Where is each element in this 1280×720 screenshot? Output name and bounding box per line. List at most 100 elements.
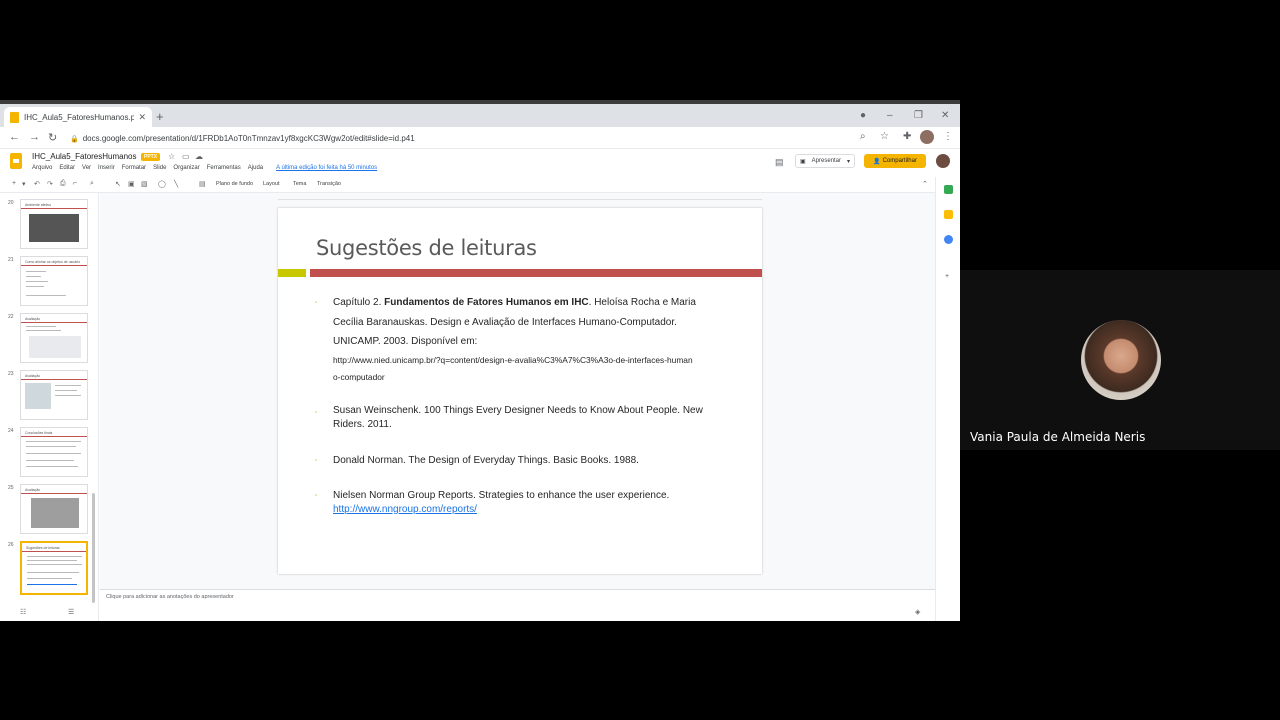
minimize-icon[interactable]: – xyxy=(887,110,893,121)
thumbnail-line xyxy=(26,295,66,296)
print-icon[interactable]: ⎙ xyxy=(60,180,66,188)
shape-icon[interactable]: ◯ xyxy=(158,180,166,188)
new-tab-icon[interactable]: + xyxy=(156,109,164,124)
present-label: Apresentar xyxy=(811,158,842,164)
thumbnail-line xyxy=(27,578,72,579)
thumbnail-line xyxy=(27,584,77,585)
document-title[interactable]: IHC_Aula5_FatoresHumanos xyxy=(32,152,137,161)
reference-item-2[interactable]: Susan Weinschenk. 100 Things Every Desig… xyxy=(333,404,703,431)
slide-filmstrip: 20 Ambiente afetivo 21 Como alinhar os o… xyxy=(0,193,99,605)
explore-icon[interactable]: ◈ xyxy=(915,608,920,616)
reference-1-rest: . Heloísa Rocha e Maria xyxy=(588,297,696,308)
menu-inserir[interactable]: Inserir xyxy=(98,165,115,171)
record-icon[interactable]: ● xyxy=(860,110,866,121)
slide-number: 20 xyxy=(8,200,14,206)
comments-icon[interactable]: ▤ xyxy=(775,157,784,168)
new-slide-dropdown-icon[interactable]: ▾ xyxy=(22,180,26,188)
keep-icon[interactable] xyxy=(944,210,953,219)
title-accent-yellow xyxy=(278,269,306,277)
zoom-icon[interactable]: ⌕ xyxy=(860,131,866,142)
reload-icon[interactable]: ↻ xyxy=(48,131,57,144)
menu-ver[interactable]: Ver xyxy=(82,165,91,171)
slide[interactable]: Sugestões de leituras ▫ Capítulo 2. Fund… xyxy=(278,208,762,574)
account-avatar[interactable] xyxy=(936,154,950,168)
thumbnail-line xyxy=(26,326,56,327)
comment-add-icon[interactable]: ▤ xyxy=(199,180,206,188)
browser-profile-avatar[interactable] xyxy=(920,130,934,144)
zoom-tool-icon[interactable]: ⌕ xyxy=(90,180,94,188)
reference-item-1[interactable]: Capítulo 2. Fundamentos de Fatores Human… xyxy=(333,293,696,386)
thumbnail-line xyxy=(55,385,81,386)
menu-arquivo[interactable]: Arquivo xyxy=(32,165,52,171)
thumbnail-line xyxy=(26,460,74,461)
filmstrip-scrollbar[interactable] xyxy=(92,493,95,603)
slide-thumbnail[interactable]: Avaliação xyxy=(20,313,88,363)
bullet-icon: ▫ xyxy=(315,493,318,499)
slide-title[interactable]: Sugestões de leituras xyxy=(316,236,537,260)
close-tab-icon[interactable]: ✕ xyxy=(138,112,146,123)
move-folder-icon[interactable]: ▭ xyxy=(182,152,190,161)
star-doc-icon[interactable]: ☆ xyxy=(168,152,175,161)
reference-1-line-2: Cecília Baranauskas. Design e Avaliação … xyxy=(333,316,677,328)
theme-button[interactable]: Tema xyxy=(293,181,306,187)
slide-thumbnail[interactable]: Avaliação xyxy=(20,484,88,534)
redo-icon[interactable]: ↷ xyxy=(47,180,53,188)
browser-menu-icon[interactable]: ⋮ xyxy=(943,131,953,142)
slide-thumbnail[interactable]: Ambiente afetivo xyxy=(20,199,88,249)
slide-thumbnail[interactable]: Como alinhar os objetos de usuário xyxy=(20,256,88,306)
thumbnail-image xyxy=(29,214,79,242)
slide-thumbnail-selected[interactable]: Sugestões de leituras xyxy=(20,541,88,595)
new-slide-icon[interactable]: + xyxy=(12,180,16,187)
lock-icon: 🔒 xyxy=(70,136,79,143)
speaker-notes[interactable]: Clique para adicionar as anotações do ap… xyxy=(100,589,935,605)
add-addon-icon[interactable]: + xyxy=(945,273,949,280)
background-button[interactable]: Plano de fundo xyxy=(216,181,253,187)
line-icon[interactable]: ╲ xyxy=(174,180,178,188)
back-icon[interactable]: ← xyxy=(9,131,20,143)
text-box-icon[interactable]: ▣ xyxy=(128,180,135,188)
menu-ajuda[interactable]: Ajuda xyxy=(248,165,263,171)
slides-header: IHC_Aula5_FatoresHumanos PPTX ☆ ▭ ☁ Arqu… xyxy=(0,149,960,177)
slide-thumbnail[interactable]: Conclusões finais xyxy=(20,427,88,477)
paint-format-icon[interactable]: ⌐ xyxy=(73,180,77,187)
menu-slide[interactable]: Slide xyxy=(153,165,166,171)
grid-view-icon[interactable]: ☷ xyxy=(20,608,26,616)
select-icon[interactable]: ↖ xyxy=(115,180,121,188)
url-field[interactable]: 🔒 docs.google.com/presentation/d/1FRDb1Ao… xyxy=(70,131,850,146)
close-window-icon[interactable]: ✕ xyxy=(941,110,949,121)
reference-1-link-1: http://www.nied.unicamp.br/?q=content/de… xyxy=(333,354,693,365)
menu-organizar[interactable]: Organizar xyxy=(173,165,199,171)
reference-2-line-1: Susan Weinschenk. 100 Things Every Desig… xyxy=(333,405,703,416)
slide-number: 22 xyxy=(8,314,14,320)
menu-editar[interactable]: Editar xyxy=(59,165,75,171)
layout-button[interactable]: Layout xyxy=(263,181,280,187)
thumbnail-line xyxy=(26,271,46,272)
present-dropdown-icon[interactable]: ▾ xyxy=(847,158,850,165)
sheets-addon-icon[interactable] xyxy=(944,185,953,194)
reference-item-4[interactable]: Nielsen Norman Group Reports. Strategies… xyxy=(333,489,669,516)
maximize-icon[interactable]: ❐ xyxy=(914,110,923,121)
filmstrip-view-icon[interactable]: ☰ xyxy=(68,608,74,616)
forward-icon[interactable]: → xyxy=(29,131,40,143)
last-edit-link[interactable]: A última edição foi feita há 50 minutos xyxy=(276,165,377,171)
undo-icon[interactable]: ↶ xyxy=(34,180,40,188)
slides-favicon-icon xyxy=(10,111,19,123)
reference-item-3[interactable]: Donald Norman. The Design of Everyday Th… xyxy=(333,451,639,471)
image-icon[interactable]: ▧ xyxy=(141,180,148,188)
notes-footer: ◈ xyxy=(100,605,935,621)
star-icon[interactable]: ☆ xyxy=(880,131,889,142)
menu-ferramentas[interactable]: Ferramentas xyxy=(207,165,241,171)
nngroup-link[interactable]: http://www.nngroup.com/reports/ xyxy=(333,504,477,515)
slide-thumbnail[interactable]: Avaliação xyxy=(20,370,88,420)
share-button[interactable]: 👤 Compartilhar xyxy=(864,154,926,168)
present-button[interactable]: ▣ Apresentar ▾ xyxy=(795,154,856,168)
collapse-toolbar-icon[interactable]: ⌃ xyxy=(922,180,928,188)
extensions-icon[interactable]: ✚ xyxy=(903,131,911,142)
browser-tab[interactable]: IHC_Aula5_FatoresHumanos.ppt ✕ xyxy=(4,107,152,127)
transition-button[interactable]: Transição xyxy=(317,181,341,187)
thumbnail-title: Avaliação xyxy=(25,488,41,492)
thumbnail-image xyxy=(25,383,51,409)
menu-formatar[interactable]: Formatar xyxy=(122,165,146,171)
tasks-icon[interactable] xyxy=(944,235,953,244)
slides-logo-icon[interactable] xyxy=(10,153,22,169)
